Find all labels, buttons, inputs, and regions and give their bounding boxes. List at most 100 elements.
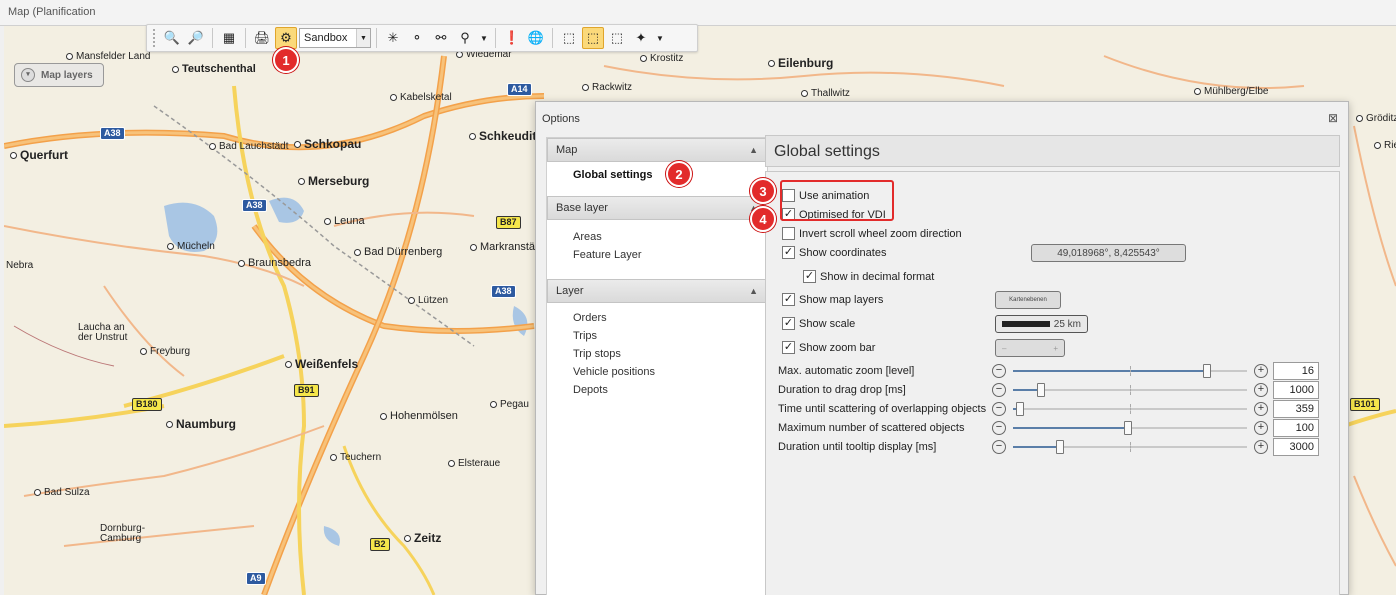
- map-layers-button[interactable]: ▾ Map layers: [14, 63, 104, 87]
- show-zoom-bar-checkbox[interactable]: ✓: [782, 341, 795, 354]
- scattering-time-input[interactable]: 359: [1273, 400, 1319, 418]
- decimal-format-checkbox[interactable]: ✓: [803, 270, 816, 283]
- rect-select-icon[interactable]: ⬚: [558, 27, 580, 49]
- plus-button[interactable]: +: [1254, 402, 1268, 416]
- decimal-format-row[interactable]: ✓ Show in decimal format: [803, 270, 934, 283]
- chevron-up-icon[interactable]: ▲: [749, 145, 758, 155]
- road-shield-a14: A14: [507, 83, 532, 96]
- slider-label: Maximum number of scattered objects: [778, 422, 965, 434]
- place-thallwitz: Thallwitz: [801, 88, 850, 99]
- show-map-layers-row[interactable]: ✓ Show map layers: [782, 293, 883, 306]
- plus-icon: +: [1053, 343, 1058, 353]
- plus-button[interactable]: +: [1254, 421, 1268, 435]
- nav-section-layer[interactable]: Layer ▲: [547, 279, 767, 303]
- profile-select-value: Sandbox: [304, 32, 348, 44]
- slider-track[interactable]: [1013, 383, 1247, 397]
- nav-item-feature-layer[interactable]: Feature Layer: [547, 246, 767, 264]
- slider-track[interactable]: [1013, 402, 1247, 416]
- select-pointer-icon[interactable]: ❗: [501, 27, 523, 49]
- place-bad-duerrenberg: Bad Dürrenberg: [354, 246, 442, 258]
- toolbar-grip[interactable]: [153, 29, 157, 47]
- show-coordinates-checkbox[interactable]: ✓: [782, 246, 795, 259]
- show-scale-row[interactable]: ✓ Show scale: [782, 317, 855, 330]
- slider-max-zoom: Max. automatic zoom [level] − + 16: [778, 362, 1326, 380]
- place-hohenmoelsen: Hohenmölsen: [380, 410, 458, 422]
- dialog-title-bar: Options ⊠: [536, 102, 1348, 132]
- place-weissenfels: Weißenfels: [285, 357, 358, 371]
- slider-label: Max. automatic zoom [level]: [778, 365, 915, 377]
- minus-button[interactable]: −: [992, 421, 1006, 435]
- profile-select[interactable]: Sandbox ▼: [299, 28, 371, 48]
- window-title: Map (Planification: [0, 0, 1396, 26]
- route-edit-icon[interactable]: ⚯: [430, 27, 452, 49]
- slider-tooltip-duration: Duration until tooltip display [ms] − + …: [778, 438, 1326, 456]
- nav-item-orders[interactable]: Orders: [547, 309, 767, 327]
- show-scale-checkbox[interactable]: ✓: [782, 317, 795, 330]
- slider-thumb[interactable]: [1123, 421, 1132, 435]
- minus-icon: –: [1002, 343, 1007, 353]
- toolbar-separator: [212, 28, 213, 48]
- place-dornburg-camburg: Dornburg-Camburg: [100, 523, 146, 544]
- route-split-icon[interactable]: ⚲: [454, 27, 476, 49]
- slider-thumb[interactable]: [1037, 383, 1046, 397]
- slider-label: Duration to drag drop [ms]: [778, 384, 906, 396]
- nav-item-vehicle-positions[interactable]: Vehicle positions: [547, 363, 767, 381]
- map-layers-preview: Kartenebenen: [995, 291, 1061, 309]
- lasso-select-icon[interactable]: ⬚: [582, 27, 604, 49]
- place-teuchern: Teuchern: [330, 452, 381, 463]
- invert-scroll-checkbox[interactable]: [782, 227, 795, 240]
- step-marker-4: 4: [750, 206, 776, 232]
- polygon-select-icon[interactable]: ⬚: [606, 27, 628, 49]
- nav-item-depots[interactable]: Depots: [547, 381, 767, 399]
- scattered-objects-input[interactable]: 100: [1273, 419, 1319, 437]
- nav-item-global-settings[interactable]: Global settings: [547, 162, 767, 188]
- nav-section-base-layer[interactable]: Base layer ▲: [547, 196, 767, 220]
- zoom-in-icon[interactable]: 🔍: [161, 27, 183, 49]
- chevron-down-icon[interactable]: ▼: [478, 27, 490, 49]
- show-coordinates-row[interactable]: ✓ Show coordinates: [782, 246, 886, 259]
- slider-track[interactable]: [1013, 364, 1247, 378]
- invert-scroll-row[interactable]: Invert scroll wheel zoom direction: [782, 227, 962, 240]
- nav-item-trip-stops[interactable]: Trip stops: [547, 345, 767, 363]
- minus-button[interactable]: −: [992, 402, 1006, 416]
- nav-section-map[interactable]: Map ▲: [547, 138, 767, 162]
- nav-item-areas[interactable]: Areas: [547, 228, 767, 246]
- slider-thumb[interactable]: [1016, 402, 1025, 416]
- tooltip-duration-input[interactable]: 3000: [1273, 438, 1319, 456]
- road-shield-b91: B91: [294, 384, 319, 397]
- scatter-icon[interactable]: ✳: [382, 27, 404, 49]
- show-zoom-bar-row[interactable]: ✓ Show zoom bar: [782, 341, 875, 354]
- route-icon[interactable]: ⚬: [406, 27, 428, 49]
- slider-thumb[interactable]: [1203, 364, 1212, 378]
- close-icon[interactable]: ⊠: [1328, 111, 1338, 125]
- pointer-star-icon[interactable]: ✦: [630, 27, 652, 49]
- place-zeitz: Zeitz: [404, 531, 441, 545]
- plus-button[interactable]: +: [1254, 440, 1268, 454]
- chevron-down-icon[interactable]: ▼: [654, 27, 666, 49]
- minus-button[interactable]: −: [992, 364, 1006, 378]
- checkbox-label: Show zoom bar: [799, 341, 876, 354]
- print-icon[interactable]: 🖨: [251, 27, 273, 49]
- show-map-layers-checkbox[interactable]: ✓: [782, 293, 795, 306]
- globe-icon[interactable]: 🌐: [525, 27, 547, 49]
- max-zoom-input[interactable]: 16: [1273, 362, 1319, 380]
- chevron-up-icon[interactable]: ▲: [749, 286, 758, 296]
- drag-drop-input[interactable]: 1000: [1273, 381, 1319, 399]
- zoom-out-icon[interactable]: 🔎: [185, 27, 207, 49]
- road-shield-a38: A38: [491, 285, 516, 298]
- plus-button[interactable]: +: [1254, 383, 1268, 397]
- options-icon[interactable]: ⚙: [275, 27, 297, 49]
- slider-track[interactable]: [1013, 421, 1247, 435]
- minus-button[interactable]: −: [992, 383, 1006, 397]
- layout-icon[interactable]: ▦: [218, 27, 240, 49]
- slider-track[interactable]: [1013, 440, 1247, 454]
- road-shield-b87: B87: [496, 216, 521, 229]
- slider-thumb[interactable]: [1055, 440, 1064, 454]
- scale-bar: [1002, 321, 1050, 327]
- nav-item-trips[interactable]: Trips: [547, 327, 767, 345]
- plus-button[interactable]: +: [1254, 364, 1268, 378]
- chevron-down-icon[interactable]: ▼: [356, 29, 370, 47]
- minus-button[interactable]: −: [992, 440, 1006, 454]
- place-leuna: Leuna: [324, 215, 365, 227]
- checkbox-label: Show scale: [799, 317, 856, 330]
